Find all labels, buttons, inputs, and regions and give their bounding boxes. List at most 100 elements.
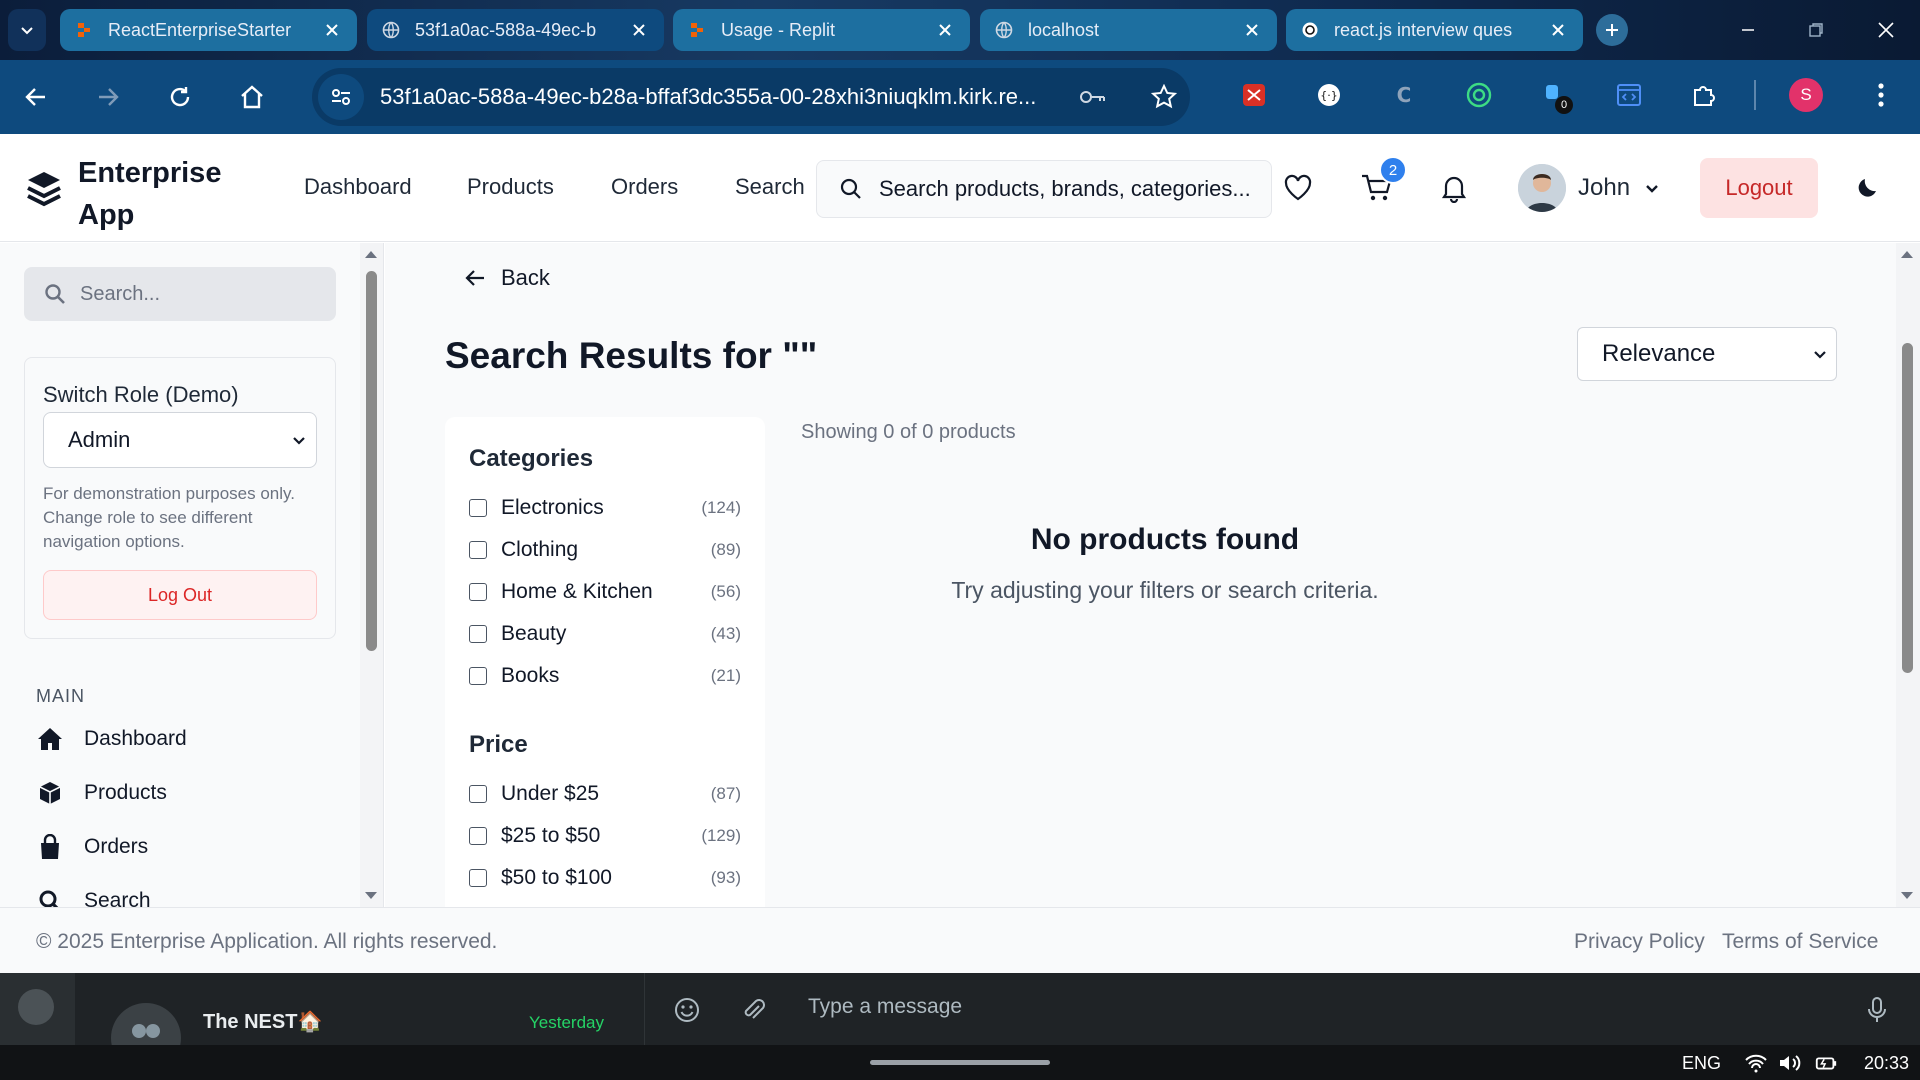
browser-tab-2[interactable]: 53f1a0ac-588a-49ec-b: [367, 9, 664, 51]
home-button[interactable]: [234, 79, 270, 115]
url-text[interactable]: 53f1a0ac-588a-49ec-b28a-bffaf3dc355a-00-…: [380, 84, 1060, 110]
reload-button[interactable]: [162, 79, 198, 115]
browser-tab-5[interactable]: react.js interview ques: [1286, 9, 1583, 51]
nav-products[interactable]: Products: [467, 174, 554, 200]
nav-search[interactable]: Search: [735, 174, 805, 200]
checkbox[interactable]: [469, 625, 487, 643]
close-icon[interactable]: [1241, 19, 1263, 41]
wifi-icon[interactable]: [1744, 1051, 1768, 1075]
chat-message-input[interactable]: Type a message: [808, 995, 962, 1019]
filter-option[interactable]: Books (21): [469, 661, 741, 691]
logout-button[interactable]: Logout: [1700, 158, 1818, 218]
scroll-up-icon[interactable]: [1900, 249, 1914, 259]
tab-search-menu-button[interactable]: [8, 9, 46, 51]
filter-option[interactable]: $25 to $50 (129): [469, 821, 741, 851]
star-icon: [1151, 84, 1177, 109]
header-search-input[interactable]: Search products, brands, categories...: [816, 160, 1272, 218]
user-avatar[interactable]: [1518, 164, 1566, 212]
minimize-button[interactable]: [1730, 12, 1766, 48]
browser-tab-3[interactable]: Usage - Replit: [673, 9, 970, 51]
app-logo-text[interactable]: Enterprise App: [78, 152, 258, 236]
terms-of-service-link[interactable]: Terms of Service: [1722, 930, 1878, 954]
svg-text:{·}: {·}: [1320, 89, 1338, 102]
sidebar-item-dashboard[interactable]: Dashboard: [36, 719, 187, 759]
extensions-menu-button[interactable]: [1687, 78, 1721, 112]
clock[interactable]: 20:33: [1864, 1053, 1909, 1074]
close-icon[interactable]: [321, 19, 343, 41]
checkbox[interactable]: [469, 827, 487, 845]
extension-circle-button[interactable]: {·}: [1312, 78, 1346, 112]
theme-toggle-button[interactable]: [1850, 170, 1886, 206]
new-tab-button[interactable]: [1596, 14, 1628, 46]
sidebar-scrollbar-thumb[interactable]: [366, 271, 377, 651]
emoji-icon: [675, 998, 699, 1022]
language-indicator[interactable]: ENG: [1682, 1053, 1721, 1074]
extension-code-button[interactable]: [1612, 78, 1646, 112]
main-scrollbar-thumb[interactable]: [1902, 343, 1913, 673]
filter-option[interactable]: $50 to $100 (93): [469, 863, 741, 893]
tab-title: react.js interview ques: [1334, 19, 1513, 40]
checkbox[interactable]: [469, 499, 487, 517]
voice-message-button[interactable]: [1862, 995, 1892, 1025]
privacy-policy-link[interactable]: Privacy Policy: [1574, 930, 1705, 954]
restore-button[interactable]: [1798, 12, 1834, 48]
back-button[interactable]: Back: [463, 265, 550, 291]
scroll-up-icon[interactable]: [364, 249, 378, 259]
scroll-down-icon[interactable]: [1900, 891, 1914, 901]
gesture-handle[interactable]: [870, 1060, 1050, 1065]
address-bar[interactable]: 53f1a0ac-588a-49ec-b28a-bffaf3dc355a-00-…: [312, 68, 1190, 126]
browser-menu-button[interactable]: [1864, 78, 1898, 112]
sidebar-item-search[interactable]: Search: [36, 881, 151, 907]
battery-icon[interactable]: [1814, 1051, 1838, 1075]
chat-conversation-item[interactable]: The NEST🏠 Yesterday: [75, 973, 645, 1045]
sort-select[interactable]: Relevance: [1577, 327, 1837, 381]
volume-icon[interactable]: [1778, 1051, 1802, 1075]
close-icon[interactable]: [1547, 19, 1569, 41]
attach-button[interactable]: [738, 995, 768, 1025]
bookmark-button[interactable]: [1148, 81, 1180, 113]
role-select[interactable]: Admin: [43, 412, 317, 468]
filter-option[interactable]: Home & Kitchen (56): [469, 577, 741, 607]
main-content: Back Search Results for "" Relevance Cat…: [385, 243, 1920, 907]
scroll-down-icon[interactable]: [364, 891, 378, 901]
filter-option[interactable]: Electronics (124): [469, 493, 741, 523]
sidebar-search-input[interactable]: Search...: [24, 267, 336, 321]
checkbox[interactable]: [469, 869, 487, 887]
user-name[interactable]: John: [1578, 174, 1630, 202]
close-icon[interactable]: [934, 19, 956, 41]
user-menu-toggle[interactable]: [1634, 170, 1670, 206]
back-nav-button[interactable]: [18, 79, 54, 115]
nav-dashboard[interactable]: Dashboard: [304, 174, 412, 200]
sidebar-item-orders[interactable]: Orders: [36, 827, 148, 867]
extension-c-button[interactable]: C: [1387, 78, 1421, 112]
wishlist-button[interactable]: [1280, 170, 1316, 206]
checkbox[interactable]: [469, 583, 487, 601]
profile-avatar-button[interactable]: S: [1789, 78, 1823, 112]
password-key-button[interactable]: [1076, 81, 1108, 113]
filter-label: Electronics: [501, 496, 604, 519]
sidebar-logout-button[interactable]: Log Out: [43, 570, 317, 620]
filter-count: (87): [710, 784, 741, 803]
filter-option[interactable]: Under $25 (87): [469, 779, 741, 809]
notifications-button[interactable]: [1436, 170, 1472, 206]
filter-option[interactable]: Beauty (43): [469, 619, 741, 649]
checkbox[interactable]: [469, 541, 487, 559]
emoji-button[interactable]: [672, 995, 702, 1025]
extension-target-button[interactable]: [1462, 78, 1496, 112]
browser-tab-4[interactable]: localhost: [980, 9, 1277, 51]
filter-option[interactable]: Clothing (89): [469, 535, 741, 565]
extension-badge-button[interactable]: 0: [1537, 78, 1573, 114]
chat-profile-avatar[interactable]: [18, 989, 54, 1025]
close-icon[interactable]: [628, 19, 650, 41]
close-window-button[interactable]: [1868, 12, 1904, 48]
globe-icon: [994, 20, 1014, 40]
sidebar-item-products[interactable]: Products: [36, 773, 167, 813]
extension-red-button[interactable]: [1237, 78, 1271, 112]
forward-nav-button[interactable]: [90, 79, 126, 115]
browser-tab-1[interactable]: ReactEnterpriseStarter: [60, 9, 357, 51]
checkbox[interactable]: [469, 667, 487, 685]
checkbox[interactable]: [469, 785, 487, 803]
nav-orders[interactable]: Orders: [611, 174, 678, 200]
app-header: Enterprise App Dashboard Products Orders…: [0, 134, 1920, 242]
site-info-button[interactable]: [318, 74, 364, 120]
